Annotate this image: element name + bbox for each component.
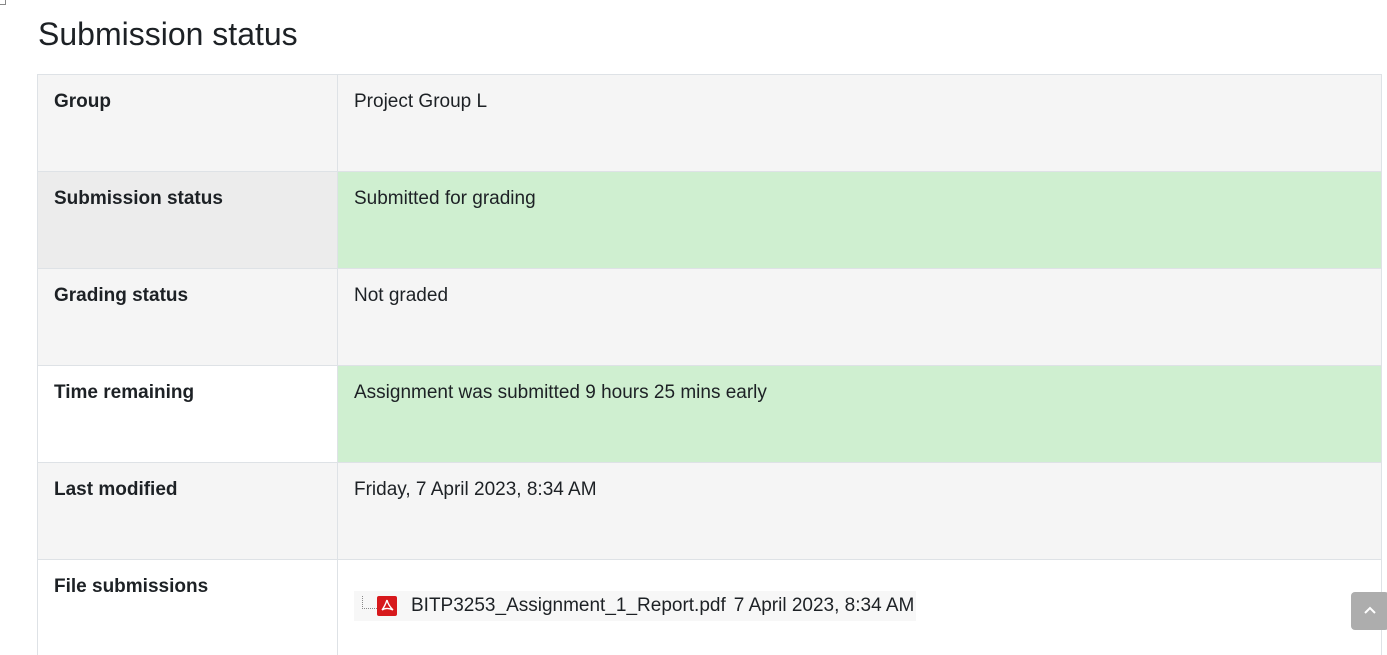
tree-connector	[362, 595, 377, 609]
file-link[interactable]: BITP3253_Assignment_1_Report.pdf	[411, 595, 726, 617]
row-label-grading-status: Grading status	[37, 268, 338, 366]
row-value-grading-status: Not graded	[337, 268, 1382, 366]
table-row-last-modified: Last modified Friday, 7 April 2023, 8:34…	[37, 462, 1382, 560]
submission-status-table: Group Project Group L Submission status …	[37, 74, 1382, 655]
corner-mark	[0, 0, 6, 5]
table-row-file-submissions: File submissions BITP3253_Assignment_1_R…	[37, 559, 1382, 655]
table-row-time-remaining: Time remaining Assignment was submitted …	[37, 365, 1382, 463]
row-label-submission-status: Submission status	[37, 171, 338, 269]
table-row-grading-status: Grading status Not graded	[37, 268, 1382, 366]
row-label-time-remaining: Time remaining	[37, 365, 338, 463]
row-value-group: Project Group L	[337, 74, 1382, 172]
row-label-last-modified: Last modified	[37, 462, 338, 560]
row-value-last-modified: Friday, 7 April 2023, 8:34 AM	[337, 462, 1382, 560]
row-value-file-submissions: BITP3253_Assignment_1_Report.pdf 7 April…	[337, 559, 1382, 655]
scroll-to-top-button[interactable]	[1351, 592, 1387, 630]
row-label-group: Group	[37, 74, 338, 172]
file-tree-item: BITP3253_Assignment_1_Report.pdf 7 April…	[354, 591, 917, 621]
table-row-group: Group Project Group L	[37, 74, 1382, 172]
page-title: Submission status	[38, 16, 298, 52]
pdf-icon	[377, 596, 397, 616]
table-row-submission-status: Submission status Submitted for grading	[37, 171, 1382, 269]
file-date: 7 April 2023, 8:34 AM	[733, 595, 915, 616]
row-value-time-remaining: Assignment was submitted 9 hours 25 mins…	[337, 365, 1382, 463]
chevron-up-icon	[1363, 602, 1377, 620]
row-value-submission-status: Submitted for grading	[337, 171, 1382, 269]
row-label-file-submissions: File submissions	[37, 559, 338, 655]
